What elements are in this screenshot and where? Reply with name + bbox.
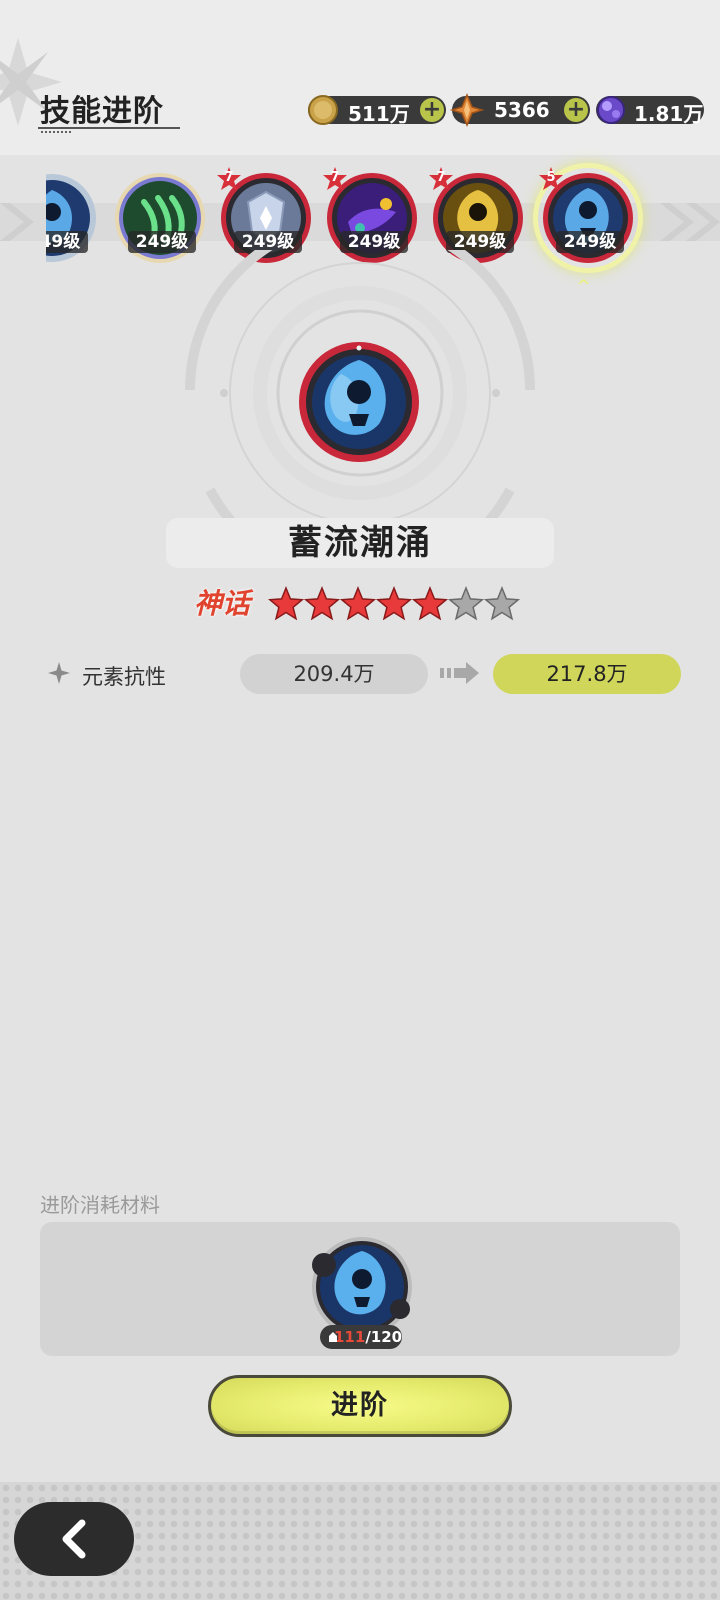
stat-next-value: 217.8万 (493, 654, 681, 694)
crystal-amount: 5366 (494, 98, 550, 122)
chevron-left-icon (62, 1519, 86, 1559)
arrow-right-icon (440, 662, 479, 684)
advance-button[interactable]: 进阶 (208, 1375, 512, 1437)
star-count: 7 (330, 170, 340, 185)
currency-essence: 1.81万 (596, 96, 704, 126)
crystal-shard-icon (450, 93, 484, 127)
purple-essence-icon (597, 96, 625, 124)
star-empty-icon (447, 585, 485, 621)
star-rating (268, 585, 521, 621)
shard-count-icon (329, 1332, 337, 1342)
back-button[interactable] (14, 1502, 134, 1576)
header-band (0, 0, 720, 155)
star-filled-icon (303, 585, 341, 621)
add-gold-button[interactable]: + (420, 98, 444, 122)
sparkle-icon (48, 662, 70, 684)
selected-caret-icon: ^ (576, 276, 592, 297)
star-count: 5 (546, 170, 556, 185)
star-badge: 5 (538, 166, 564, 192)
star-count: 7 (224, 170, 234, 185)
title-underline (38, 127, 180, 129)
selected-skill-icon (299, 342, 419, 462)
currency-crystal: 5366 + (450, 93, 590, 127)
page-title: 技能进阶 (40, 94, 164, 129)
gold-coin-icon (308, 95, 338, 125)
add-crystal-button[interactable]: + (564, 98, 588, 122)
essence-amount: 1.81万 (634, 102, 704, 126)
star-badge: 7 (322, 166, 348, 192)
star-empty-icon (483, 585, 521, 621)
rarity-label: 神话 (194, 587, 251, 620)
star-filled-icon (411, 585, 449, 621)
star-count: 7 (436, 170, 446, 185)
skill-name: 蓄流潮涌 (166, 518, 554, 568)
materials-label: 进阶消耗材料 (40, 1193, 160, 1217)
star-badge: 7 (428, 166, 454, 192)
star-filled-icon (268, 585, 305, 621)
title-dots (40, 131, 72, 133)
star-badge: 7 (216, 166, 242, 192)
stat-label: 元素抗性 (82, 665, 166, 689)
material-need: /120 (365, 1328, 403, 1346)
star-filled-icon (339, 585, 377, 621)
stat-current-value: 209.4万 (240, 654, 428, 694)
star-filled-icon (375, 585, 413, 621)
material-shard-icon[interactable] (310, 1235, 414, 1339)
currency-gold: 511万 + (308, 95, 446, 126)
gold-amount: 511万 (348, 102, 410, 126)
